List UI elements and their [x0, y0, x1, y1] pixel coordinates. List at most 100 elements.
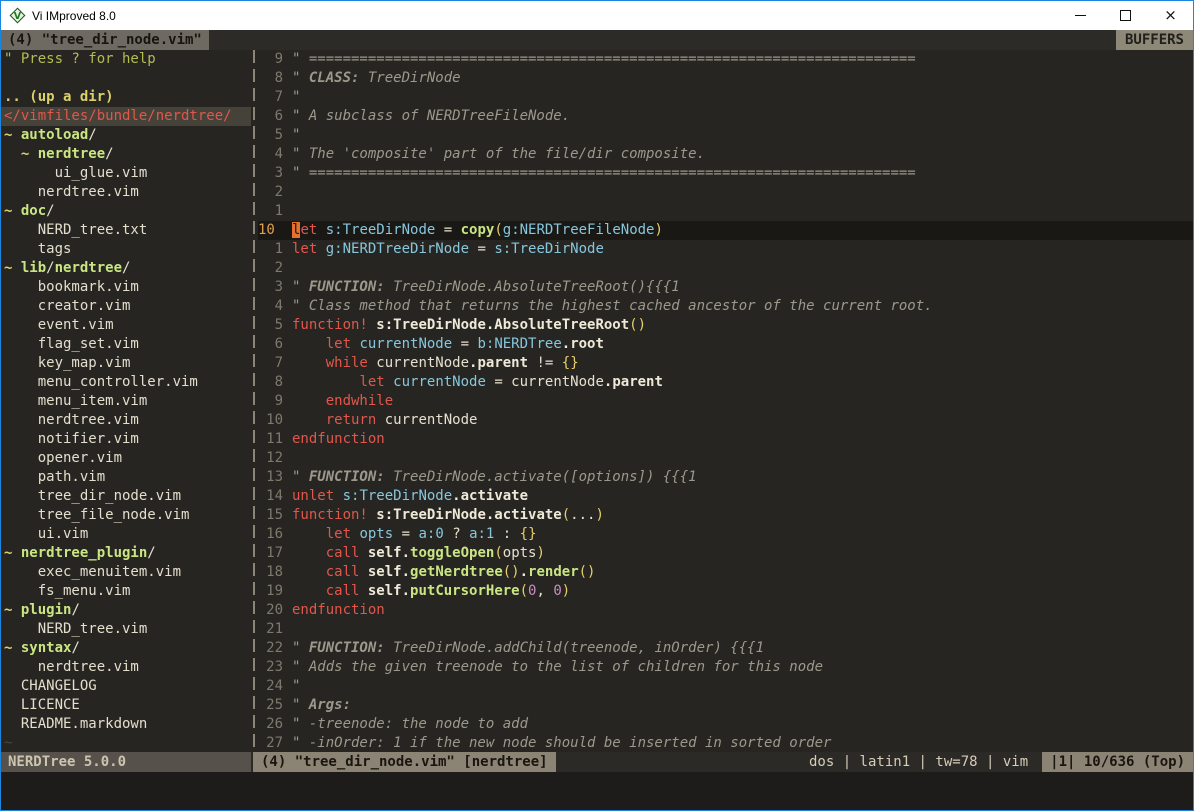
- code-line[interactable]: 1let g:NERDTreeDirNode = s:TreeDirNode: [258, 240, 1193, 259]
- code-line[interactable]: 10 return currentNode: [258, 411, 1193, 430]
- code-line[interactable]: 3" =====================================…: [258, 164, 1193, 183]
- tree-item[interactable]: ui_glue.vim: [1, 164, 251, 183]
- text-segment: nerdtree_plugin: [21, 545, 147, 561]
- tree-item[interactable]: opener.vim: [1, 449, 251, 468]
- tree-item[interactable]: tags: [1, 240, 251, 259]
- tree-item[interactable]: " Press ? for help: [1, 50, 251, 69]
- code-line[interactable]: 26" -treenode: the node to add: [258, 715, 1193, 734]
- tab-active-buffer[interactable]: (4) "tree_dir_node.vim": [1, 30, 209, 50]
- tree-item[interactable]: [1, 69, 251, 88]
- tree-item[interactable]: exec_menuitem.vim: [1, 563, 251, 582]
- tree-item[interactable]: tree_file_node.vim: [1, 506, 251, 525]
- code-line[interactable]: 8 let currentNode = currentNode.parent: [258, 373, 1193, 392]
- tree-item[interactable]: key_map.vim: [1, 354, 251, 373]
- code-line[interactable]: 24": [258, 677, 1193, 696]
- statusline-filler: [556, 752, 809, 772]
- code-line[interactable]: 17 call self.toggleOpen(opts): [258, 544, 1193, 563]
- code-line[interactable]: 14unlet s:TreeDirNode.activate: [258, 487, 1193, 506]
- code-line[interactable]: 4" The 'composite' part of the file/dir …: [258, 145, 1193, 164]
- text-segment: plugin: [21, 602, 72, 618]
- text-segment: ui_glue.vim: [4, 165, 147, 181]
- line-number: 2: [258, 183, 283, 202]
- tree-item[interactable]: menu_item.vim: [1, 392, 251, 411]
- code-line[interactable]: 18 call self.getNerdtree().render(): [258, 563, 1193, 582]
- tree-item[interactable]: path.vim: [1, 468, 251, 487]
- tree-item[interactable]: ~ plugin/: [1, 601, 251, 620]
- tree-item[interactable]: ~ nerdtree/: [1, 145, 251, 164]
- line-number: 14: [258, 487, 283, 506]
- tree-item[interactable]: LICENCE: [1, 696, 251, 715]
- tree-item[interactable]: nerdtree.vim: [1, 658, 251, 677]
- code-line[interactable]: 15function! s:TreeDirNode.activate(...): [258, 506, 1193, 525]
- tree-item[interactable]: tree_dir_node.vim: [1, 487, 251, 506]
- text-segment: self.: [368, 564, 410, 580]
- code-line[interactable]: 9 endwhile: [258, 392, 1193, 411]
- code-line[interactable]: 21: [258, 620, 1193, 639]
- code-line[interactable]: 23" Adds the given treenode to the list …: [258, 658, 1193, 677]
- code-line[interactable]: 1: [258, 202, 1193, 221]
- code-line[interactable]: 5": [258, 126, 1193, 145]
- text-segment: /: [46, 203, 54, 219]
- text-segment: exec_menuitem.vim: [4, 564, 181, 580]
- code-line[interactable]: 11endfunction: [258, 430, 1193, 449]
- text-segment: /: [46, 260, 54, 276]
- code-line[interactable]: 13" FUNCTION: TreeDirNode.activate([opti…: [258, 468, 1193, 487]
- text-segment: [385, 374, 393, 390]
- code-line[interactable]: 3" FUNCTION: TreeDirNode.AbsoluteTreeRoo…: [258, 278, 1193, 297]
- tree-item[interactable]: ui.vim: [1, 525, 251, 544]
- code-line[interactable]: 7 while currentNode.parent != {}: [258, 354, 1193, 373]
- tree-item[interactable]: ~: [1, 734, 251, 752]
- maximize-button[interactable]: [1103, 1, 1148, 30]
- command-line[interactable]: [1, 772, 1193, 810]
- text-segment: a:1: [469, 526, 494, 542]
- tree-item[interactable]: event.vim: [1, 316, 251, 335]
- tree-item[interactable]: .. (up a dir): [1, 88, 251, 107]
- line-number: 21: [258, 620, 283, 639]
- text-segment: CHANGELOG: [4, 678, 97, 694]
- code-line[interactable]: 4" Class method that returns the highest…: [258, 297, 1193, 316]
- close-button[interactable]: ×: [1148, 1, 1193, 30]
- code-line[interactable]: 27" -inOrder: 1 if the new node should b…: [258, 734, 1193, 752]
- code-line[interactable]: 16 let opts = a:0 ? a:1 : {}: [258, 525, 1193, 544]
- tree-item[interactable]: flag_set.vim: [1, 335, 251, 354]
- code-line[interactable]: 5function! s:TreeDirNode.AbsoluteTreeRoo…: [258, 316, 1193, 335]
- tree-item[interactable]: README.markdown: [1, 715, 251, 734]
- code-line[interactable]: 2: [258, 183, 1193, 202]
- code-line[interactable]: 6 let currentNode = b:NERDTree.root: [258, 335, 1193, 354]
- tree-item[interactable]: ~ syntax/: [1, 639, 251, 658]
- code-line[interactable]: 25" Args:: [258, 696, 1193, 715]
- tree-item[interactable]: bookmark.vim: [1, 278, 251, 297]
- text-segment: ": [292, 640, 309, 656]
- tree-item[interactable]: CHANGELOG: [1, 677, 251, 696]
- tree-item[interactable]: fs_menu.vim: [1, 582, 251, 601]
- tree-item[interactable]: ~ lib/nerdtree/: [1, 259, 251, 278]
- tree-item[interactable]: ~ autoload/: [1, 126, 251, 145]
- text-segment: [292, 336, 326, 352]
- tree-item[interactable]: nerdtree.vim: [1, 411, 251, 430]
- code-line[interactable]: 22" FUNCTION: TreeDirNode.addChild(treen…: [258, 639, 1193, 658]
- line-number: 15: [258, 506, 283, 525]
- code-line[interactable]: 2: [258, 259, 1193, 278]
- buffers-tab[interactable]: BUFFERS: [1116, 30, 1193, 50]
- tree-item[interactable]: menu_controller.vim: [1, 373, 251, 392]
- code-line[interactable]: 19 call self.putCursorHere(0, 0): [258, 582, 1193, 601]
- tree-item[interactable]: </vimfiles/bundle/nerdtree/: [1, 107, 251, 126]
- text-segment: ?: [444, 526, 469, 542]
- window-split-separator[interactable]: [251, 50, 258, 752]
- code-line[interactable]: 7": [258, 88, 1193, 107]
- code-line[interactable]: 6" A subclass of NERDTreeFileNode.: [258, 107, 1193, 126]
- tree-item[interactable]: notifier.vim: [1, 430, 251, 449]
- tree-item[interactable]: ~ doc/: [1, 202, 251, 221]
- code-line[interactable]: 10let s:TreeDirNode = copy(g:NERDTreeFil…: [258, 221, 1193, 240]
- text-segment: ": [292, 127, 300, 143]
- code-line[interactable]: 9" =====================================…: [258, 50, 1193, 69]
- code-line[interactable]: 12: [258, 449, 1193, 468]
- tree-item[interactable]: ~ nerdtree_plugin/: [1, 544, 251, 563]
- tree-item[interactable]: creator.vim: [1, 297, 251, 316]
- tree-item[interactable]: nerdtree.vim: [1, 183, 251, 202]
- tree-item[interactable]: NERD_tree.txt: [1, 221, 251, 240]
- code-line[interactable]: 8" CLASS: TreeDirNode: [258, 69, 1193, 88]
- code-line[interactable]: 20endfunction: [258, 601, 1193, 620]
- tree-item[interactable]: NERD_tree.vim: [1, 620, 251, 639]
- minimize-button[interactable]: [1058, 1, 1103, 30]
